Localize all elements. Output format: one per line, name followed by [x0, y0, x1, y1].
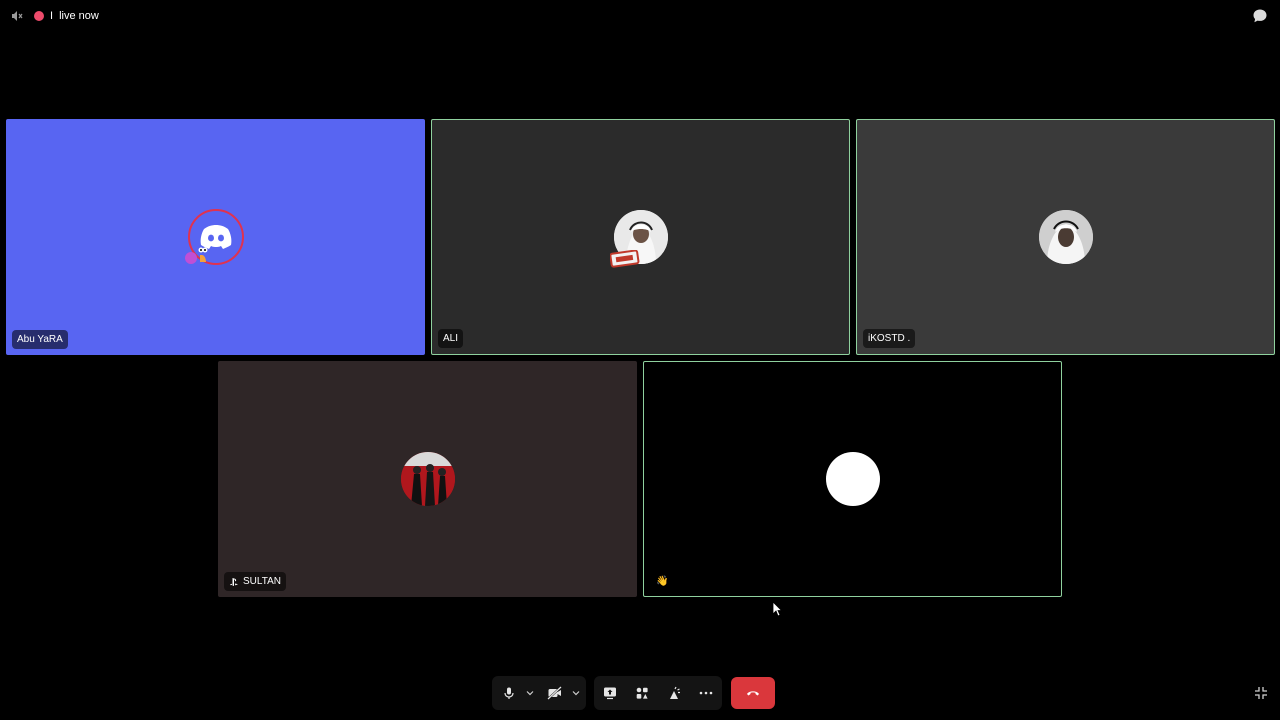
more-icon	[699, 691, 713, 695]
participant-name: Abu YaRA	[17, 334, 63, 345]
participant-tile-ikostd[interactable]: iKOSTD .	[856, 119, 1275, 355]
media-controls	[492, 676, 586, 710]
participant-name-tag: iKOSTD .	[863, 329, 916, 348]
participant-tile-abu-yara[interactable]: Abu YaRA	[6, 119, 425, 355]
profile-photo-icon	[400, 452, 455, 506]
participant-tile-sultan[interactable]: SULTAN	[218, 361, 637, 597]
participant-tile-ali[interactable]: ALI	[431, 119, 850, 355]
soundboard-icon	[670, 686, 680, 699]
chevron-down-icon	[572, 691, 580, 696]
live-label: live now	[59, 10, 99, 22]
participant-name: iKOSTD .	[868, 333, 911, 344]
chevron-down-icon	[526, 691, 534, 696]
wave-reaction-icon: 👋	[656, 576, 669, 587]
microphone-button[interactable]	[495, 679, 523, 707]
white-circle-avatar	[825, 452, 880, 506]
more-options-button[interactable]	[692, 679, 720, 707]
participant-name: SULTAN	[243, 576, 281, 587]
exit-fullscreen-icon[interactable]	[1254, 686, 1268, 700]
activities-icon	[636, 687, 648, 699]
profile-photo-icon	[1038, 210, 1093, 264]
screen-share-button[interactable]	[596, 679, 624, 707]
microphone-icon	[504, 687, 514, 699]
participant-avatar	[1038, 210, 1093, 264]
soundboard-button[interactable]	[660, 679, 688, 707]
live-indicator-icon	[34, 11, 44, 21]
participant-name-tag: SULTAN	[224, 572, 286, 591]
camera-button[interactable]	[541, 679, 569, 707]
participant-name: ALI	[443, 333, 459, 344]
mouse-cursor-icon	[772, 601, 782, 617]
top-bar: I live now	[0, 0, 1280, 32]
live-separator: I	[50, 10, 54, 22]
live-status: I live now	[10, 8, 99, 24]
badge-decoration-icon	[610, 250, 640, 268]
participant-tile-self[interactable]: 👋	[643, 361, 1062, 597]
hang-up-icon	[747, 691, 759, 696]
microphone-options-button[interactable]	[523, 679, 537, 707]
disconnect-button[interactable]	[731, 677, 775, 709]
screen-share-icon	[604, 687, 616, 700]
playstation-icon	[230, 577, 238, 586]
participant-name-tag: Abu YaRA	[12, 330, 68, 349]
snail-decoration-icon	[185, 247, 208, 264]
participant-avatar	[400, 452, 455, 506]
camera-options-button[interactable]	[569, 679, 583, 707]
chat-icon[interactable]	[1252, 8, 1268, 24]
action-controls	[594, 676, 722, 710]
activities-button[interactable]	[628, 679, 656, 707]
speaker-muted-icon[interactable]	[10, 9, 24, 23]
camera-off-icon	[547, 686, 562, 700]
participant-name-tag: ALI	[438, 329, 464, 348]
